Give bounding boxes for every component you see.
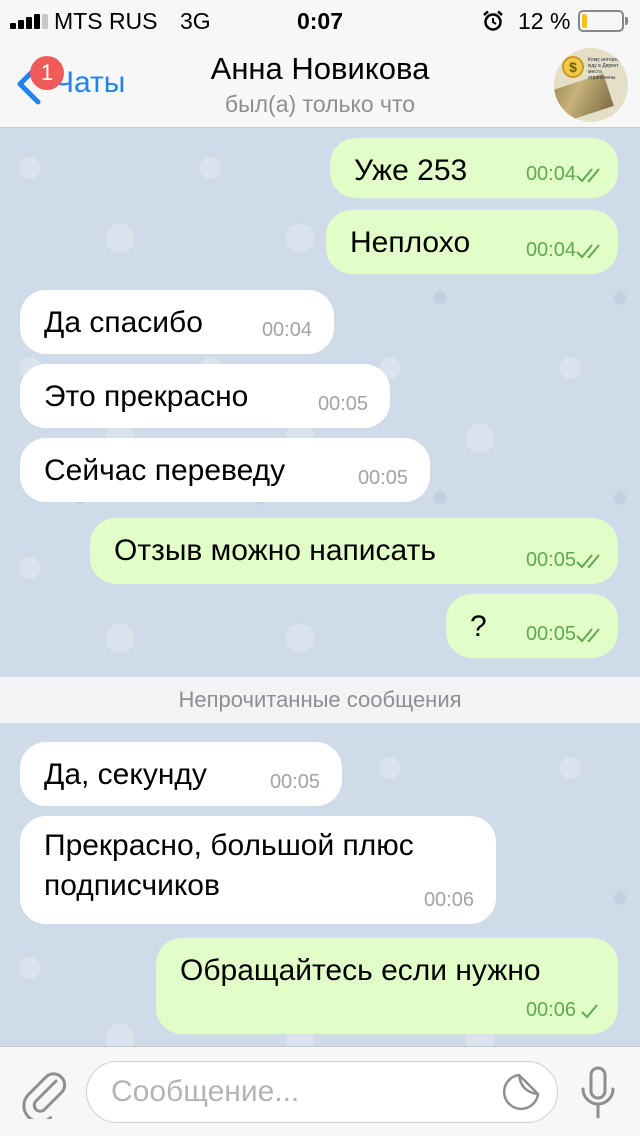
- message-bubble[interactable]: ? 00:05: [446, 594, 618, 658]
- message-bubble[interactable]: Уже 253 00:04: [330, 138, 618, 198]
- message-time: 00:06: [525, 999, 576, 1021]
- message-time: 00:06: [423, 889, 474, 911]
- battery-percent: 12 %: [518, 8, 571, 34]
- last-seen-status: был(а) только что: [224, 91, 416, 117]
- message-bubble[interactable]: Сейчас переведу 00:05: [20, 438, 430, 502]
- battery-icon: [578, 10, 628, 32]
- message-list[interactable]: Уже 253 00:04 Неплохо 00:04 Да спасибо 0…: [0, 128, 640, 1046]
- message-time: 00:05: [357, 467, 408, 489]
- contact-avatar[interactable]: $ Кому интересно жду в Директ места огра…: [554, 48, 628, 122]
- single-check-icon: [581, 1004, 598, 1019]
- chat-header: Чаты 1 Анна Новикова был(а) только что $…: [0, 40, 640, 128]
- message-text: Обращайтесь если нужно: [180, 954, 541, 987]
- message-text: Да спасибо: [44, 306, 203, 339]
- message-time: 00:04: [525, 239, 576, 261]
- message-bubble[interactable]: Обращайтесь если нужно 00:06: [156, 938, 618, 1034]
- alarm-clock-icon: [483, 10, 503, 31]
- message-time: 00:05: [525, 623, 576, 645]
- message-time: 00:05: [317, 393, 368, 415]
- paperclip-icon[interactable]: [18, 1065, 68, 1119]
- double-check-icon: [576, 168, 600, 183]
- message-text: ?: [470, 610, 487, 643]
- message-bubble[interactable]: Да, секунду 00:05: [20, 742, 342, 806]
- message-time: 00:05: [525, 549, 576, 571]
- unread-badge: 1: [30, 56, 64, 90]
- message-bubble[interactable]: Прекрасно, большой плюс подписчиков 00:0…: [20, 816, 496, 924]
- back-label: Чаты: [54, 66, 126, 99]
- message-input[interactable]: [111, 1072, 491, 1112]
- avatar-text: Кому интересно жду в Директ места ограни…: [588, 57, 626, 81]
- dollar-coin-icon: $: [562, 56, 584, 78]
- message-text: Прекрасно, большой плюс подписчиков: [44, 829, 414, 902]
- status-bar: MTS RUS 3G 0:07 12 %: [0, 0, 640, 40]
- sticker-icon[interactable]: [501, 1072, 541, 1112]
- message-text: Отзыв можно написать: [114, 534, 436, 567]
- battery-level: [582, 14, 587, 28]
- double-check-icon: [576, 554, 600, 569]
- composer-bar: [0, 1046, 640, 1136]
- message-text: Да, секунду: [44, 758, 207, 791]
- message-text: Неплохо: [350, 226, 471, 259]
- message-bubble[interactable]: Неплохо 00:04: [326, 210, 618, 274]
- contact-name[interactable]: Анна Новикова: [140, 51, 500, 87]
- message-text: Сейчас переведу: [44, 454, 286, 487]
- message-text: Это прекрасно: [44, 380, 249, 413]
- message-time: 00:05: [269, 771, 320, 793]
- message-time: 00:04: [525, 163, 576, 185]
- unread-messages-divider: Непрочитанные сообщения: [0, 677, 640, 723]
- message-time: 00:04: [261, 319, 312, 341]
- double-check-icon: [576, 628, 600, 643]
- message-field[interactable]: [86, 1061, 558, 1123]
- double-check-icon: [576, 244, 600, 259]
- microphone-icon[interactable]: [578, 1065, 618, 1121]
- message-bubble[interactable]: Да спасибо 00:04: [20, 290, 334, 354]
- message-bubble[interactable]: Отзыв можно написать 00:05: [90, 518, 618, 584]
- message-bubble[interactable]: Это прекрасно 00:05: [20, 364, 390, 428]
- message-text: Уже 253: [354, 154, 468, 187]
